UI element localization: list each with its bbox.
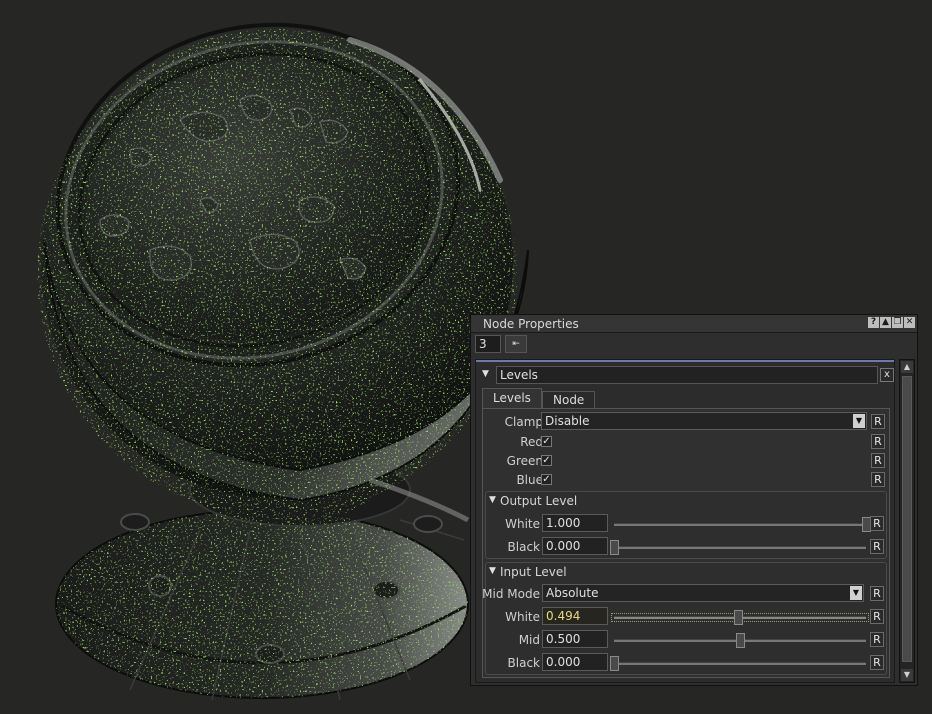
input-white-reset-button[interactable]: R: [870, 609, 884, 624]
input-mid-label: Mid: [518, 633, 540, 647]
float-window-icon[interactable]: ❐: [892, 317, 903, 328]
output-black-field[interactable]: 0.000: [542, 537, 608, 555]
output-white-label: White: [505, 517, 540, 531]
scroll-down-icon[interactable]: ▼: [901, 669, 913, 681]
panel-title: Node Properties: [483, 317, 579, 331]
input-black-row: Black 0.000 R: [486, 653, 892, 673]
output-black-slider-handle[interactable]: [610, 540, 619, 555]
tab-node[interactable]: Node: [542, 391, 596, 408]
node-properties-panel: Node Properties ? ▲ ❐ ✕ 3 ⇤ ▼ Levels x L…: [470, 314, 918, 686]
input-white-slider-handle[interactable]: [734, 610, 744, 625]
input-black-slider-handle[interactable]: [610, 656, 619, 671]
green-reset-button[interactable]: R: [871, 453, 885, 468]
clamp-dropdown[interactable]: Disable ▼: [541, 412, 867, 430]
input-mid-field[interactable]: 0.500: [542, 630, 608, 648]
mid-mode-reset-button[interactable]: R: [870, 586, 884, 601]
panel-title-bar[interactable]: Node Properties ? ▲ ❐ ✕: [471, 315, 917, 333]
output-white-field[interactable]: 1.000: [542, 514, 608, 532]
selection-accent: [476, 360, 894, 362]
mid-mode-row: Mid Mode Absolute ▼ R: [482, 584, 892, 604]
node-name-field[interactable]: Levels: [496, 366, 878, 384]
node-header: ▼ Levels x: [480, 366, 894, 384]
output-white-row: White 1.000 R: [486, 514, 892, 534]
output-level-title: Output Level: [500, 494, 578, 508]
input-mid-slider[interactable]: [614, 633, 866, 648]
help-icon[interactable]: ?: [868, 317, 879, 328]
blue-checkbox[interactable]: ✓: [541, 474, 552, 485]
max-panels-field[interactable]: 3: [475, 335, 501, 353]
input-black-field[interactable]: 0.000: [542, 653, 608, 671]
blue-label: Blue: [516, 473, 543, 487]
close-node-icon[interactable]: x: [880, 368, 894, 382]
mid-mode-label: Mid Mode: [482, 587, 540, 601]
output-black-row: Black 0.000 R: [486, 537, 892, 557]
output-black-label: Black: [507, 540, 540, 554]
red-row: Red ✓ R: [483, 432, 889, 452]
output-level-group: ▼ Output Level White 1.000 R Black 0.000: [485, 491, 887, 559]
clamp-value: Disable: [545, 414, 590, 428]
input-white-slider[interactable]: [611, 610, 869, 625]
properties-content: ▼ Levels x Levels Node Clamp Disable ▼ R…: [475, 359, 895, 683]
output-black-slider[interactable]: [610, 540, 866, 555]
blue-row: Blue ✓ R: [483, 470, 889, 490]
collapse-all-icon[interactable]: ⇤: [505, 335, 527, 353]
input-mid-slider-handle[interactable]: [736, 633, 745, 648]
input-black-slider[interactable]: [610, 656, 866, 671]
clamp-reset-button[interactable]: R: [871, 414, 885, 429]
clamp-label: Clamp: [504, 415, 543, 429]
output-white-reset-button[interactable]: R: [870, 516, 884, 531]
input-mid-reset-button[interactable]: R: [870, 632, 884, 647]
mid-mode-value: Absolute: [546, 586, 599, 600]
input-level-group: ▼ Input Level Mid Mode Absolute ▼ R Whit…: [482, 562, 887, 675]
scroll-up-icon[interactable]: ▲: [901, 361, 913, 373]
scroll-thumb[interactable]: [902, 376, 912, 662]
input-black-label: Black: [507, 656, 540, 670]
input-level-title: Input Level: [500, 565, 567, 579]
tab-levels[interactable]: Levels: [482, 388, 542, 408]
input-mid-row: Mid 0.500 R: [486, 630, 892, 650]
blue-reset-button[interactable]: R: [871, 472, 885, 487]
red-label: Red: [520, 435, 543, 449]
red-checkbox[interactable]: ✓: [541, 436, 552, 447]
node-collapse-icon[interactable]: ▼: [482, 369, 489, 379]
input-white-label: White: [505, 610, 540, 624]
input-level-collapse-icon[interactable]: ▼: [489, 566, 496, 576]
green-row: Green ✓ R: [483, 451, 889, 471]
levels-tab-body: Clamp Disable ▼ R Red ✓ R Green ✓ R Blue…: [482, 408, 890, 678]
collapse-icon[interactable]: ▲: [880, 317, 891, 328]
output-black-reset-button[interactable]: R: [870, 539, 884, 554]
clamp-row: Clamp Disable ▼ R: [483, 412, 889, 432]
input-black-reset-button[interactable]: R: [870, 655, 884, 670]
output-level-collapse-icon[interactable]: ▼: [489, 495, 496, 505]
green-checkbox[interactable]: ✓: [541, 455, 552, 466]
mid-mode-dropdown[interactable]: Absolute ▼: [542, 584, 864, 602]
chevron-down-icon: ▼: [853, 414, 865, 428]
close-panel-icon[interactable]: ✕: [904, 317, 915, 328]
chevron-down-icon: ▼: [850, 586, 862, 600]
panel-scrollbar[interactable]: ▲ ▼: [899, 359, 915, 683]
input-white-field[interactable]: 0.494: [542, 607, 608, 625]
red-reset-button[interactable]: R: [871, 434, 885, 449]
output-white-slider[interactable]: [614, 517, 871, 532]
green-label: Green: [506, 454, 543, 468]
input-white-row: White 0.494 R: [486, 607, 892, 627]
